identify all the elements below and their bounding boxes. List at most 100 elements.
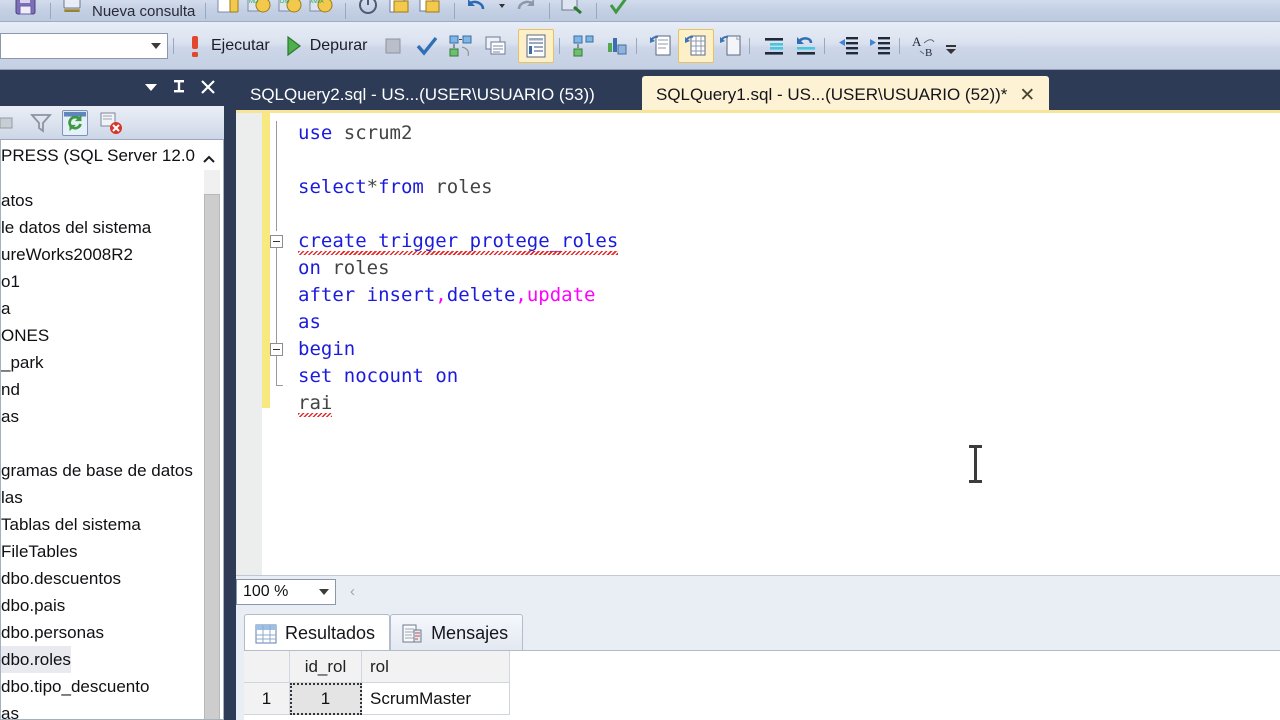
new-xmla-query-icon[interactable]: XMLA: [309, 0, 335, 19]
parse-icon[interactable]: [414, 33, 440, 59]
include-actual-execution-plan-icon[interactable]: [571, 33, 597, 59]
toolbar-separator-b: [558, 37, 560, 54]
toolbar-overflow-icon[interactable]: [943, 33, 959, 59]
tree-item[interactable]: le datos del sistema: [1, 214, 151, 241]
save-icon[interactable]: [14, 0, 40, 19]
code-line-9: begin: [298, 338, 356, 360]
tree-item[interactable]: _park: [1, 349, 44, 376]
uncomment-lines-icon[interactable]: [793, 33, 819, 59]
code-line-7: after insert,delete,update: [298, 284, 596, 306]
tree-item[interactable]: a: [1, 295, 10, 322]
sql-editor[interactable]: use scrum2 select*from roles create trig…: [236, 110, 1280, 575]
close-icon[interactable]: [198, 77, 218, 102]
tree-item[interactable]: as: [1, 403, 19, 430]
tree-item[interactable]: atos: [1, 187, 33, 214]
new-mdx-query-icon[interactable]: DM: [278, 0, 304, 19]
tab-sqlquery2[interactable]: SQLQuery2.sql - US...(USER\USUARIO (53)): [236, 76, 609, 114]
save-all-icon[interactable]: [418, 0, 444, 19]
grid-header-rol[interactable]: rol: [362, 651, 510, 683]
results-to-grid-button[interactable]: [677, 28, 714, 63]
results-to-file-icon[interactable]: [718, 33, 744, 59]
tree-item[interactable]: ONES: [1, 322, 49, 349]
grid-corner-cell[interactable]: [244, 651, 290, 683]
increase-indent-icon[interactable]: [868, 33, 894, 59]
tree-scrollbar-thumb[interactable]: [204, 194, 220, 719]
svg-text:DM: DM: [280, 0, 289, 5]
tree-item[interactable]: dbo.descuentos: [1, 565, 121, 592]
tree-item[interactable]: dbo.roles: [1, 646, 71, 673]
tree-item[interactable]: gramas de base de datos: [1, 457, 193, 484]
tab-sqlquery2-label: SQLQuery2.sql - US...(USER\USUARIO (53)): [250, 85, 595, 104]
editor-change-bar: [262, 113, 270, 408]
display-estimated-execution-plan-icon[interactable]: [448, 33, 474, 59]
tree-item[interactable]: FileTables: [1, 538, 78, 565]
results-to-text-grid-icon[interactable]: [648, 33, 674, 59]
tree-scrollbar[interactable]: [204, 170, 220, 719]
tree-item-label: atos: [1, 191, 34, 210]
comment-lines-icon[interactable]: [761, 33, 787, 59]
zoom-splitter-handle[interactable]: ‹: [350, 583, 355, 600]
tree-item[interactable]: las: [1, 484, 23, 511]
tree-item[interactable]: dbo.tipo_descuento: [1, 673, 149, 700]
grid-cell-id-rol[interactable]: 1: [290, 683, 362, 715]
tree-server-node[interactable]: PRESS (SQL Server 12.0: [1, 142, 223, 170]
query-options-icon[interactable]: [482, 33, 508, 59]
outline-vline-top: [276, 121, 277, 231]
connect-icon[interactable]: [0, 110, 20, 136]
query-designer-icon[interactable]: [560, 0, 586, 19]
new-query-label[interactable]: Nueva consulta: [92, 3, 195, 20]
pin-icon[interactable]: [170, 78, 188, 101]
open-file-icon[interactable]: [387, 0, 413, 19]
tab-sqlquery1[interactable]: SQLQuery1.sql - US...(USER\USUARIO (52))…: [642, 76, 1050, 114]
filter-icon[interactable]: [28, 110, 54, 136]
toolbar-separator-4: [454, 3, 456, 19]
refresh-icon[interactable]: [62, 109, 88, 136]
debug-icon: [282, 33, 304, 59]
object-explorer-tree[interactable]: PRESS (SQL Server 12.0 atos le datos del …: [0, 140, 224, 720]
tree-item[interactable]: ureWorks2008R2: [1, 241, 133, 268]
editor-code-area[interactable]: use scrum2 select*from roles create trig…: [298, 113, 1280, 575]
grid-header-id-rol[interactable]: id_rol: [290, 651, 362, 683]
fold-marker-line5[interactable]: [270, 235, 283, 248]
new-query-db-engine-icon[interactable]: [216, 0, 242, 19]
zoom-level-value: 100 %: [243, 582, 289, 600]
activity-monitor-icon[interactable]: [356, 0, 382, 19]
database-combo[interactable]: [0, 32, 168, 59]
tree-item[interactable]: as: [1, 700, 19, 720]
chevron-up-icon[interactable]: [202, 148, 216, 163]
grid-row-header-1[interactable]: 1: [244, 683, 290, 715]
tab-mensajes[interactable]: Mensajes: [390, 614, 524, 652]
zoom-level-combo[interactable]: 100 %: [236, 578, 336, 605]
code-line-1: use scrum2: [298, 122, 413, 144]
tree-item[interactable]: dbo.personas: [1, 619, 104, 646]
object-explorer-panel: PRESS (SQL Server 12.0 atos le datos del …: [0, 72, 226, 720]
check-mark-green-icon[interactable]: [607, 0, 633, 19]
tree-item[interactable]: dbo.pais: [1, 592, 65, 619]
new-analysis-services-query-icon[interactable]: MD: [247, 0, 273, 19]
tree-item[interactable]: Tablas del sistema: [1, 511, 141, 538]
tree-item[interactable]: nd: [1, 376, 20, 403]
panel-dropdown-icon[interactable]: [142, 78, 160, 101]
undo-icon[interactable]: [465, 0, 491, 19]
undo-dropdown-icon[interactable]: [496, 0, 508, 19]
tree-item-label: as: [1, 704, 19, 720]
decrease-indent-icon[interactable]: [836, 33, 862, 59]
tree-item[interactable]: o1: [1, 268, 20, 295]
execute-button[interactable]: Ejecutar: [179, 29, 276, 63]
table-row[interactable]: 1 1 ScrumMaster: [244, 683, 1280, 715]
tab-close-icon[interactable]: ✕: [1019, 84, 1035, 107]
toolbar-separator-a: [173, 37, 174, 54]
tab-resultados[interactable]: Resultados: [244, 614, 391, 652]
execute-label: Ejecutar: [211, 36, 270, 54]
grid-cell-rol[interactable]: ScrumMaster: [362, 683, 510, 715]
results-grid[interactable]: id_rol rol 1 1 ScrumMaster: [244, 650, 1280, 720]
results-to-text-button[interactable]: [517, 28, 554, 63]
include-client-statistics-icon[interactable]: [605, 33, 631, 59]
fold-marker-line9[interactable]: [270, 343, 283, 356]
stop-icon[interactable]: [380, 33, 406, 59]
new-query-icon[interactable]: [61, 0, 87, 19]
disconnect-icon[interactable]: [98, 110, 124, 136]
redo-icon[interactable]: [513, 0, 539, 19]
debug-button[interactable]: Depurar: [276, 29, 374, 63]
find-replace-icon[interactable]: AB: [911, 33, 941, 59]
